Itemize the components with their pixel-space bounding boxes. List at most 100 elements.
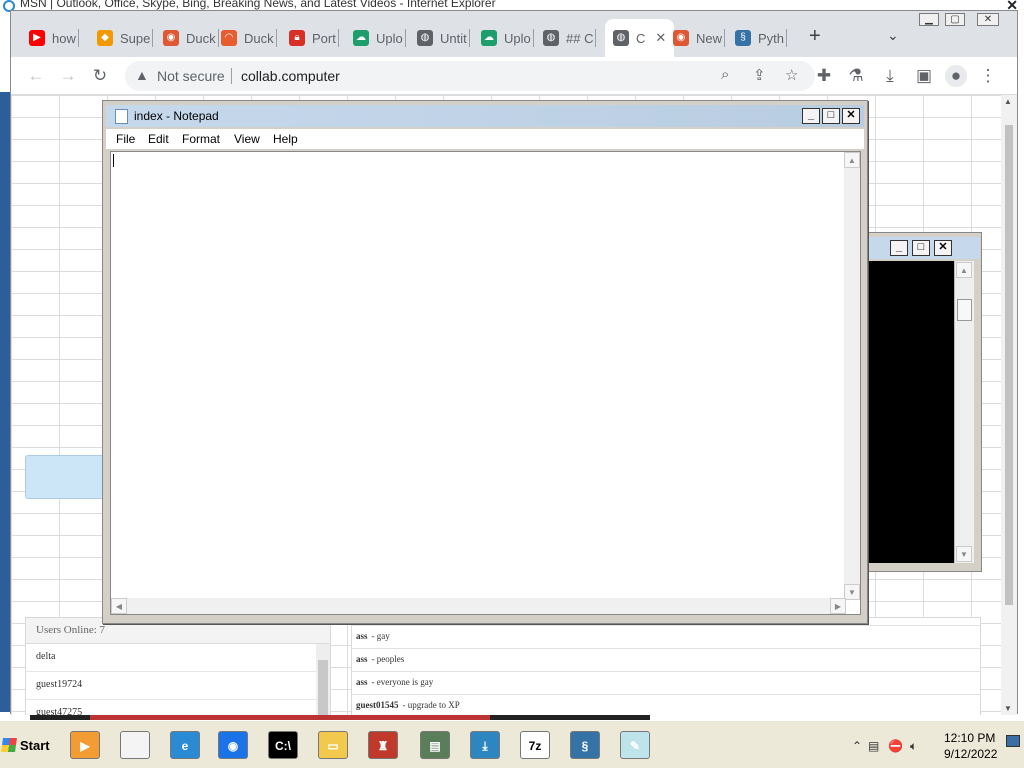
network-icon[interactable]: ▤ <box>416 727 454 763</box>
desktop: MSN | Outlook, Office, Skype, Bing, Brea… <box>0 0 1024 768</box>
volume-icon[interactable]: 🔈︎ <box>910 739 917 754</box>
tab-9[interactable]: ◍ C ✕ <box>605 19 675 57</box>
terminal-title-bar[interactable]: _ □ ✕ <box>868 237 980 259</box>
extensions-puzzle-icon[interactable]: ✚ <box>813 65 835 87</box>
clock-time[interactable]: 12:10 PM <box>944 731 995 745</box>
folder-icon[interactable]: ▭ <box>314 727 352 763</box>
tab-3[interactable]: ◠ Duck <box>221 25 277 51</box>
show-desktop-icon[interactable] <box>1006 735 1020 747</box>
python-icon[interactable]: § <box>566 727 604 763</box>
users-scrollbar[interactable] <box>316 644 330 715</box>
scroll-up-icon[interactable]: ▲ <box>1004 97 1012 106</box>
minimize-icon[interactable]: _ <box>802 108 820 124</box>
maximize-icon[interactable]: □ <box>912 240 930 256</box>
tab-5[interactable]: ☁ Uplo <box>353 25 406 51</box>
chat-message: ass - gay <box>352 626 980 649</box>
download-icon[interactable]: ⤓ <box>466 727 504 763</box>
notepad-vertical-scrollbar[interactable]: ▲ ▼ <box>844 152 860 600</box>
notepad-horizontal-scrollbar[interactable]: ◀ ▶ <box>111 598 846 614</box>
scroll-up-icon[interactable]: ▲ <box>844 152 860 168</box>
terminal-scrollbar[interactable]: ▲ ▼ <box>954 261 974 563</box>
security-status[interactable]: Not secure <box>157 68 225 84</box>
tab-11[interactable]: § Pyth <box>735 25 788 51</box>
security-alert-icon[interactable]: ⛔ <box>888 739 903 753</box>
tab-search-chevron-icon[interactable]: ⌄ <box>887 27 899 44</box>
reload-icon[interactable]: ↻ <box>89 65 111 87</box>
network-tray-icon[interactable]: ▤ <box>868 739 879 753</box>
scroll-down-icon[interactable]: ▼ <box>1004 704 1012 713</box>
blank-document-icon[interactable] <box>116 727 154 763</box>
tab-10[interactable]: ◉ New <box>673 25 726 51</box>
users-list: delta guest19724 guest47275 <box>26 644 330 715</box>
tab-8[interactable]: ◍ ## C <box>543 25 597 51</box>
menu-edit[interactable]: Edit <box>148 132 169 146</box>
page-scrollbar[interactable]: ▲ ▼ <box>1001 95 1017 715</box>
profile-avatar-icon[interactable]: ● <box>945 65 967 87</box>
notepad-window[interactable]: index - Notepad _ □ ✕ File Edit Format V… <box>102 100 868 624</box>
tab-strip: ▶ how ◆ Supe ◉ Duck ◠ Duck 🔒︎ Port ☁ Uplo ◍ Untit ☁ Upl… <box>11 11 1017 57</box>
menu-view[interactable]: View <box>234 132 260 146</box>
side-panel-icon[interactable]: ▣ <box>913 65 935 87</box>
chat-text: upgrade to XP <box>407 700 460 710</box>
scroll-thumb[interactable] <box>957 299 972 321</box>
tab-6[interactable]: ◍ Untit <box>417 25 470 51</box>
clock-date[interactable]: 9/12/2022 <box>944 747 997 761</box>
close-icon[interactable]: ✕ <box>977 13 999 26</box>
flask-icon[interactable]: ⚗ <box>845 65 867 87</box>
close-icon[interactable]: ✕ <box>842 108 860 124</box>
scroll-down-icon[interactable]: ▼ <box>844 584 860 600</box>
chat-username: ass <box>356 654 368 664</box>
menu-file[interactable]: File <box>116 132 135 146</box>
minimize-icon[interactable]: _ <box>890 240 908 256</box>
new-tab-plus-icon[interactable]: + <box>809 25 821 47</box>
forward-arrow-icon[interactable]: → <box>57 65 79 87</box>
minimize-icon[interactable]: ▁ <box>919 13 939 26</box>
scroll-left-icon[interactable]: ◀ <box>111 598 127 614</box>
tab-label: ## C <box>566 30 594 46</box>
menu-kebab-icon[interactable]: ⋮ <box>977 65 999 87</box>
internet-explorer-icon[interactable]: e <box>166 727 204 763</box>
tab-1[interactable]: ◆ Supe <box>97 25 154 51</box>
back-arrow-icon[interactable]: ← <box>25 65 47 87</box>
game-icon[interactable]: ♜ <box>364 727 402 763</box>
bookmark-star-icon[interactable]: ☆ <box>785 66 798 84</box>
start-button[interactable]: Start <box>1 729 52 761</box>
tab-7[interactable]: ☁ Uplo <box>481 25 534 51</box>
notepad-title-bar[interactable]: index - Notepad _ □ ✕ <box>106 105 864 127</box>
scroll-down-icon[interactable]: ▼ <box>956 546 972 562</box>
tab-4[interactable]: 🔒︎ Port <box>289 25 339 51</box>
terminal-window[interactable]: _ □ ✕ ▲ ▼ <box>864 232 982 572</box>
tab-close-icon[interactable]: ✕ <box>655 30 666 46</box>
scroll-right-icon[interactable]: ▶ <box>830 598 846 614</box>
scroll-up-icon[interactable]: ▲ <box>956 262 972 278</box>
user-list-item[interactable]: delta <box>26 644 316 672</box>
duckduckgo-icon: ◉ <box>163 30 179 46</box>
url-text[interactable]: collab.computer <box>241 68 340 84</box>
tray-expand-icon[interactable]: ⌃ <box>852 739 862 753</box>
tab-2[interactable]: ◉ Duck <box>163 25 219 51</box>
download-icon[interactable]: ⤓ <box>879 65 901 87</box>
maximize-icon[interactable]: ▢ <box>945 13 965 26</box>
command-prompt-icon[interactable]: C:\ <box>264 727 302 763</box>
address-bar[interactable]: ▲ Not secure collab.computer ⌕ ⇪ ☆ <box>125 61 815 91</box>
share-icon[interactable]: ⇪ <box>753 66 766 84</box>
terminal-output[interactable] <box>868 261 962 563</box>
chat-username: ass <box>356 677 368 687</box>
chat-message: guest01545- upgrade to XP <box>352 695 980 715</box>
chrome-icon[interactable]: ◉ <box>214 727 252 763</box>
menu-help[interactable]: Help <box>273 132 298 146</box>
user-list-item[interactable]: guest47275 <box>26 700 316 715</box>
user-list-item[interactable]: guest19724 <box>26 672 316 700</box>
menu-format[interactable]: Format <box>182 132 220 146</box>
warning-triangle-icon[interactable]: ▲ <box>135 67 149 83</box>
maximize-icon[interactable]: □ <box>822 108 840 124</box>
tab-0[interactable]: ▶ how <box>29 25 79 51</box>
7zip-icon[interactable]: 7z <box>516 727 554 763</box>
blue-panel[interactable] <box>25 455 105 499</box>
zoom-icon[interactable]: ⌕ <box>721 66 729 83</box>
scroll-thumb[interactable] <box>1005 125 1013 605</box>
media-player-icon[interactable]: ▶ <box>66 727 104 763</box>
close-icon[interactable]: ✕ <box>934 240 952 256</box>
notepad-text-area[interactable]: ▲ ▼ ◀ ▶ <box>110 151 861 615</box>
notepad-icon[interactable]: ✎ <box>616 727 654 763</box>
